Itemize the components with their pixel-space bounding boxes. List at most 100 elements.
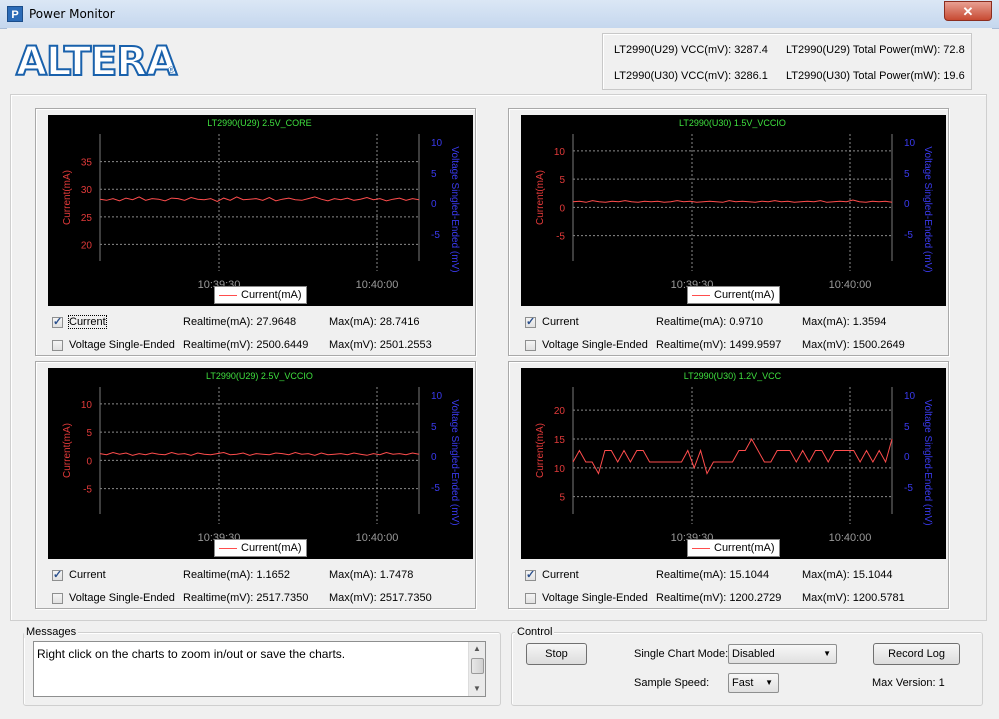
- legend-swatch: [219, 295, 237, 296]
- current-series-line: [99, 451, 420, 456]
- max-version-label: Max Version: 1: [872, 677, 945, 689]
- current-label[interactable]: Current: [69, 569, 106, 581]
- voltage-checkbox[interactable]: [525, 340, 536, 351]
- legend-swatch: [219, 548, 237, 549]
- chevron-down-icon: ▼: [765, 678, 773, 687]
- voltage-label[interactable]: Voltage Single-Ended: [542, 592, 648, 604]
- y2-tick-label: -5: [431, 230, 440, 241]
- current-label[interactable]: Current: [542, 316, 579, 328]
- x-tick-label: 10:40:00: [829, 532, 872, 544]
- y2-tick-label: 10: [904, 138, 916, 149]
- line-chart[interactable]: LT2990(U29) 2.5V_CORE202530351050-510:39…: [48, 115, 473, 306]
- current-max-value: Max(mA): 15.1044: [802, 569, 893, 581]
- y2-tick-label: 0: [904, 452, 910, 463]
- current-realtime-value: Realtime(mA): 0.9710: [656, 316, 763, 328]
- y-tick-label: 20: [554, 406, 566, 417]
- single-chart-mode-select[interactable]: Disabled ▼: [728, 644, 837, 664]
- y2-tick-label: 5: [431, 422, 437, 433]
- y-tick-label: 0: [559, 203, 565, 214]
- chart-title: LT2990(U30) 1.5V_VCCIO: [679, 118, 786, 128]
- y-axis-label: Current(mA): [535, 423, 546, 478]
- current-checkbox[interactable]: [525, 315, 536, 328]
- messages-box[interactable]: Right click on the charts to zoom in/out…: [33, 641, 486, 697]
- voltage-label[interactable]: Voltage Single-Ended: [69, 339, 175, 351]
- voltage-max-value: Max(mV): 1200.5781: [802, 592, 905, 604]
- chart-title: LT2990(U30) 1.2V_VCC: [684, 371, 782, 381]
- chart-legend: Current(mA): [214, 286, 307, 304]
- x-tick-label: 10:40:00: [829, 279, 872, 291]
- voltage-max-value: Max(mV): 1500.2649: [802, 339, 905, 351]
- y-tick-label: 35: [81, 158, 93, 169]
- voltage-realtime-value: Realtime(mV): 1499.9597: [656, 339, 782, 351]
- voltage-checkbox[interactable]: [525, 593, 536, 604]
- line-chart[interactable]: LT2990(U30) 1.2V_VCC51015201050-510:39:3…: [521, 368, 946, 559]
- scroll-thumb[interactable]: [471, 658, 484, 674]
- scroll-up-icon[interactable]: ▲: [469, 642, 485, 656]
- voltage-checkbox[interactable]: [52, 340, 63, 351]
- chart-panel-u30-vcc: LT2990(U30) 1.2V_VCC 5 10 15 20 10 5 0 -5 10:39:3…: [508, 361, 949, 609]
- y-tick-label: 30: [81, 185, 93, 196]
- y2-tick-label: 5: [431, 169, 437, 180]
- y2-tick-label: 5: [904, 422, 910, 433]
- current-series-line: [572, 437, 893, 475]
- current-row: Current Realtime(mA): 1.1652 Max(mA): 1.74…: [52, 568, 482, 585]
- y2-axis-label: Voltage Singled-Ended (mV): [922, 146, 933, 272]
- chart-area[interactable]: LT2990(U29) 2.5V_CORE 20 25 30 35 10 5 0 -5 10:39…: [48, 115, 473, 306]
- legend-label: Current(mA): [241, 542, 302, 554]
- sample-speed-label: Sample Speed:: [634, 677, 710, 689]
- record-log-button[interactable]: Record Log: [873, 643, 960, 665]
- voltage-row: Voltage Single-Ended Realtime(mV): 2517.7…: [52, 592, 482, 608]
- messages-title: Messages: [24, 626, 79, 638]
- chart-title: LT2990(U29) 2.5V_VCCIO: [206, 371, 313, 381]
- power-summary: LT2990(U29) VCC(mV): 3287.4 LT2990(U29) …: [602, 33, 972, 90]
- sample-speed-select[interactable]: Fast ▼: [728, 673, 779, 693]
- legend-label: Current(mA): [241, 289, 302, 301]
- y-tick-label: 5: [86, 428, 92, 439]
- messages-scrollbar[interactable]: ▲ ▼: [468, 642, 485, 696]
- control-title: Control: [515, 626, 555, 638]
- voltage-max-value: Max(mV): 2501.2553: [329, 339, 432, 351]
- scroll-down-icon[interactable]: ▼: [469, 682, 485, 696]
- chart-area[interactable]: LT2990(U29) 2.5V_VCCIO -5 0 5 10 10 5 0 -5 10:39:…: [48, 368, 473, 559]
- chevron-down-icon: ▼: [823, 649, 831, 658]
- stop-button[interactable]: Stop: [526, 643, 587, 665]
- chart-area[interactable]: LT2990(U30) 1.5V_VCCIO -5 0 5 10 10 5 0 -5 10:39:…: [521, 115, 946, 306]
- y2-axis-label: Voltage Singled-Ended (mV): [449, 399, 460, 525]
- current-checkbox[interactable]: [52, 315, 63, 328]
- y2-axis-label: Voltage Singled-Ended (mV): [449, 146, 460, 272]
- current-label[interactable]: Current: [542, 569, 579, 581]
- voltage-checkbox[interactable]: [52, 593, 63, 604]
- current-realtime-value: Realtime(mA): 27.9648: [183, 316, 297, 328]
- y2-tick-label: 10: [431, 391, 443, 402]
- chart-legend: Current(mA): [687, 286, 780, 304]
- line-chart[interactable]: LT2990(U30) 1.5V_VCCIO-505101050-510:39:…: [521, 115, 946, 306]
- chart-panel-u29-vccio: LT2990(U29) 2.5V_VCCIO -5 0 5 10 10 5 0 -5 10:39:…: [35, 361, 476, 609]
- u30-vcc-readout: LT2990(U30) VCC(mV): 3286.1: [614, 70, 768, 82]
- close-button[interactable]: ✕: [944, 1, 992, 21]
- message-text: Right click on the charts to zoom in/out…: [37, 647, 346, 661]
- u30-total-power-readout: LT2990(U30) Total Power(mW): 19.6: [786, 70, 965, 82]
- y-axis-label: Current(mA): [62, 423, 73, 478]
- title-bar: P Power Monitor ✕: [0, 0, 999, 29]
- single-chart-mode-value: Disabled: [732, 648, 775, 660]
- line-chart[interactable]: LT2990(U29) 2.5V_VCCIO-505101050-510:39:…: [48, 368, 473, 559]
- current-max-value: Max(mA): 1.3594: [802, 316, 887, 328]
- current-checkbox[interactable]: [52, 568, 63, 581]
- voltage-label[interactable]: Voltage Single-Ended: [542, 339, 648, 351]
- y-tick-label: -5: [83, 485, 92, 496]
- y2-tick-label: 5: [904, 169, 910, 180]
- x-tick-label: 10:40:00: [356, 532, 399, 544]
- voltage-label[interactable]: Voltage Single-Ended: [69, 592, 175, 604]
- current-checkbox[interactable]: [525, 568, 536, 581]
- current-label[interactable]: Current: [68, 315, 107, 329]
- chart-title: LT2990(U29) 2.5V_CORE: [207, 118, 311, 128]
- chart-panel-u30-vccio: LT2990(U30) 1.5V_VCCIO -5 0 5 10 10 5 0 -5 10:39:…: [508, 108, 949, 356]
- voltage-realtime-value: Realtime(mV): 2500.6449: [183, 339, 309, 351]
- voltage-realtime-value: Realtime(mV): 1200.2729: [656, 592, 782, 604]
- chart-area[interactable]: LT2990(U30) 1.2V_VCC 5 10 15 20 10 5 0 -5 10:39:3…: [521, 368, 946, 559]
- legend-label: Current(mA): [714, 289, 775, 301]
- y2-tick-label: -5: [904, 230, 913, 241]
- y-tick-label: 5: [559, 175, 565, 186]
- current-series-line: [99, 196, 420, 202]
- y-tick-label: 25: [81, 213, 93, 224]
